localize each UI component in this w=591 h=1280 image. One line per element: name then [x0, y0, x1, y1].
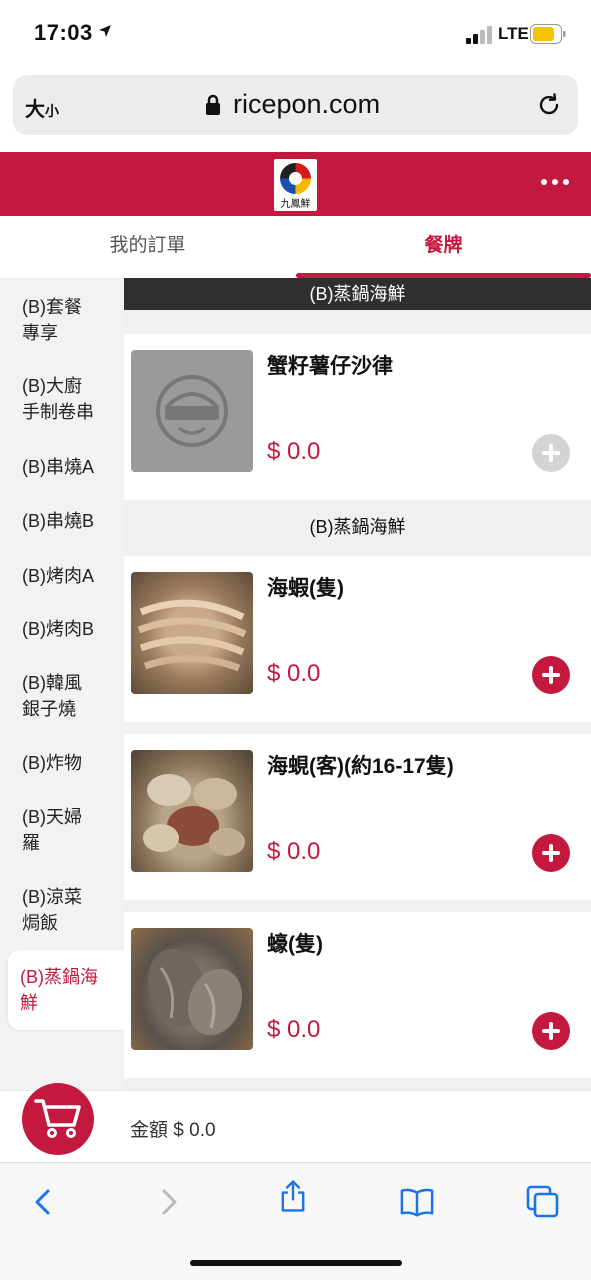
- cart-bar: 金額 $ 0.0: [0, 1083, 591, 1162]
- tab-menu[interactable]: 餐牌: [296, 216, 591, 278]
- section-header-sticky: (B)蒸鍋海鮮: [124, 278, 591, 310]
- sidebar-item-chef-rolls[interactable]: (B)大廚 手制卷串: [22, 373, 122, 425]
- logo-text: 九鳳鮮: [280, 199, 311, 210]
- product-name: 蟹籽薯仔沙律: [267, 355, 393, 378]
- product-name: 海蜆(客)(約16-17隻): [267, 755, 454, 778]
- home-indicator: [190, 1260, 402, 1266]
- battery-icon: [530, 24, 566, 44]
- back-icon[interactable]: [26, 1185, 60, 1219]
- product-price: $ 0.0: [267, 660, 321, 687]
- sidebar-item-fried[interactable]: (B)炸物: [22, 750, 122, 776]
- lock-icon: [206, 94, 220, 115]
- add-to-cart-button[interactable]: [532, 656, 570, 694]
- url-text: ricepon.com: [233, 89, 381, 119]
- tab-bar: 我的訂單 餐牌: [0, 216, 591, 278]
- signal-icon: [466, 26, 492, 44]
- sidebar-item-skewer-a[interactable]: (B)串燒A: [22, 454, 122, 480]
- placeholder-logo-icon: [156, 375, 228, 447]
- restaurant-logo[interactable]: 九鳳鮮: [274, 159, 317, 211]
- app-header: 九鳳鮮: [0, 152, 591, 216]
- sidebar-item-tempura[interactable]: (B)天婦 羅: [22, 804, 122, 856]
- product-image-shrimp: [131, 572, 253, 694]
- sidebar-item-korean-foil[interactable]: (B)韓風 銀子燒: [22, 670, 122, 722]
- sidebar-item-cold-dishes[interactable]: (B)涼菜 焗飯: [22, 884, 122, 936]
- add-to-cart-button[interactable]: [532, 434, 570, 472]
- forward-icon[interactable]: [152, 1185, 186, 1219]
- add-to-cart-button[interactable]: [532, 1012, 570, 1050]
- add-to-cart-button[interactable]: [532, 834, 570, 872]
- product-image-oyster: [131, 928, 253, 1050]
- text-size-button[interactable]: 大小: [25, 93, 59, 122]
- location-arrow-icon: [99, 25, 111, 37]
- reload-icon[interactable]: [537, 93, 561, 117]
- category-sidebar: (B)套餐 專享 (B)大廚 手制卷串 (B)串燒A (B)串燒B (B)烤肉A…: [0, 278, 124, 1090]
- logo-mark-icon: [280, 163, 311, 194]
- section-header: (B)蒸鍋海鮮: [124, 502, 591, 552]
- network-label: LTE: [498, 24, 529, 43]
- address-bar[interactable]: 大小 ricepon.com: [13, 75, 578, 135]
- product-price: $ 0.0: [267, 438, 321, 465]
- sidebar-item-steamed-seafood[interactable]: (B)蒸鍋海 鮮: [8, 950, 124, 1030]
- more-options-icon[interactable]: [540, 178, 570, 186]
- sidebar-item-set-meal[interactable]: (B)套餐 專享: [22, 294, 122, 346]
- sidebar-item-bbq-b[interactable]: (B)烤肉B: [22, 616, 122, 642]
- cart-amount: 金額 $ 0.0: [130, 1120, 216, 1141]
- product-card[interactable]: 海蝦(隻) $ 0.0: [124, 556, 591, 722]
- product-placeholder-image: [131, 350, 253, 472]
- product-card[interactable]: 海蜆(客)(約16-17隻) $ 0.0: [124, 734, 591, 900]
- product-card[interactable]: 蠔(隻) $ 0.0: [124, 912, 591, 1078]
- sidebar-item-skewer-b[interactable]: (B)串燒B: [22, 508, 122, 534]
- cart-button[interactable]: [22, 1083, 94, 1155]
- product-price: $ 0.0: [267, 838, 321, 865]
- tab-my-orders[interactable]: 我的訂單: [0, 216, 295, 278]
- product-price: $ 0.0: [267, 1016, 321, 1043]
- product-card[interactable]: 蟹籽薯仔沙律 $ 0.0: [124, 334, 591, 500]
- product-list: (B)蒸鍋海鮮 蟹籽薯仔沙律 $ 0.0 (B)蒸鍋海鮮 海蝦(隻) $ 0.0…: [124, 278, 591, 1090]
- share-icon[interactable]: [276, 1179, 310, 1213]
- product-name: 蠔(隻): [267, 933, 323, 956]
- product-image-clam: [131, 750, 253, 872]
- product-name: 海蝦(隻): [267, 577, 344, 600]
- bookmarks-icon[interactable]: [400, 1185, 434, 1219]
- status-bar: 17:03 LTE: [0, 0, 591, 66]
- status-time: 17:03: [34, 20, 93, 45]
- cart-icon: [34, 1099, 81, 1138]
- browser-address-area: 大小 ricepon.com: [0, 66, 591, 152]
- tabs-icon[interactable]: [526, 1185, 560, 1219]
- sidebar-item-bbq-a[interactable]: (B)烤肉A: [22, 563, 122, 589]
